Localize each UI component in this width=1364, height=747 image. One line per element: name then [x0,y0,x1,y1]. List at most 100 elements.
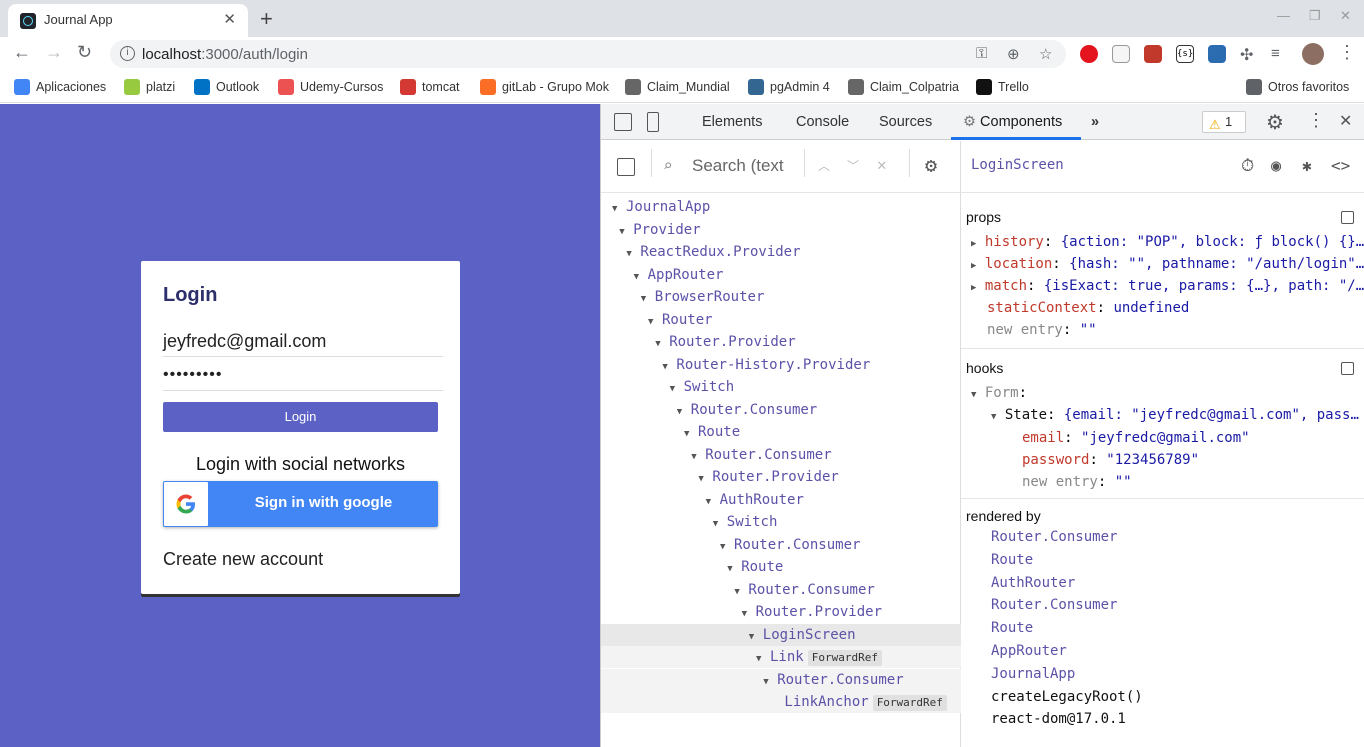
rendered-by-link[interactable]: AuthRouter [991,572,1075,594]
hook-password[interactable]: password: "123456789" [1022,449,1199,471]
tree-node[interactable]: ▼ Router.Provider [601,601,961,623]
tree-node[interactable]: ▼ Link ForwardRef [601,646,961,668]
collapse-arrow-icon[interactable]: ▼ [763,671,773,693]
rendered-by-link[interactable]: JournalApp [991,663,1075,685]
browser-tab[interactable]: Journal App ✕ [8,4,248,37]
tree-node[interactable]: ▼ Router.Consumer [601,534,961,556]
more-tabs-icon[interactable]: » [1091,114,1099,130]
maximize-icon[interactable]: ❐ [1309,8,1321,24]
grid-extension-icon[interactable] [1208,45,1226,63]
collapse-arrow-icon[interactable]: ▼ [677,401,687,423]
collapse-arrow-icon[interactable]: ▼ [706,491,716,513]
tree-node[interactable]: ▼ ReactRedux.Provider [601,241,961,263]
tree-node[interactable]: ▼ Router.Consumer [601,668,961,693]
collapse-arrow-icon[interactable]: ▼ [641,288,651,310]
prop-history[interactable]: ▶ history: {action: "POP", block: ƒ bloc… [971,231,1364,255]
collapse-arrow-icon[interactable]: ▼ [756,648,766,670]
collapse-arrow-icon[interactable]: ▼ [742,603,752,625]
site-info-icon[interactable]: i [120,46,135,61]
rendered-by-link[interactable]: AppRouter [991,640,1067,662]
rendered-by-link[interactable]: Router.Consumer [991,594,1117,616]
puzzle-icon[interactable]: ✣ [1240,45,1258,64]
tab-close-icon[interactable]: ✕ [223,10,236,28]
bookmark-pgadmin[interactable]: pgAdmin 4 [748,79,830,95]
clear-search-icon[interactable]: ✕ [877,155,887,174]
opera-extension-icon[interactable] [1080,45,1098,63]
tree-node[interactable]: ▼ Route [601,421,961,443]
collapse-arrow-icon[interactable]: ▼ [727,558,737,580]
copy-props-icon[interactable] [1341,211,1354,224]
bookmark-claim-mundial[interactable]: Claim_Mundial [625,79,730,95]
url-text[interactable]: localhost:3000/auth/login [142,46,308,63]
reload-icon[interactable]: ↻ [77,42,92,63]
tab-components[interactable]: ⚙ Components [963,114,1062,130]
collapse-arrow-icon[interactable]: ▼ [720,536,730,558]
stopwatch-icon[interactable]: ⏱ [1241,156,1254,176]
tree-node[interactable]: ▼ Provider [601,219,961,241]
rendered-by-link[interactable]: Route [991,549,1033,571]
zoom-icon[interactable]: ⊕ [1007,45,1020,63]
warning-badge[interactable]: ⚠ 1 [1202,111,1246,133]
collapse-arrow-icon[interactable]: ▼ [612,198,622,220]
rendered-by-link[interactable]: Route [991,617,1033,639]
chevron-down-icon[interactable]: ﹀ [847,157,859,174]
devtools-menu-icon[interactable]: ⋮ [1307,110,1325,131]
rendered-by-link[interactable]: Router.Consumer [991,526,1117,548]
tab-console[interactable]: Console [796,114,849,130]
collapse-arrow-icon[interactable]: ▼ [670,378,680,400]
select-component-icon[interactable] [617,158,635,176]
tree-node[interactable]: ▼ Router.Consumer [601,579,961,601]
tab-sources[interactable]: Sources [879,114,932,130]
settings-gear-icon[interactable]: ⚙ [1266,110,1284,135]
tree-node[interactable]: ▼ Switch [601,511,961,533]
minimize-icon[interactable]: — [1277,8,1290,23]
bookmark-gitlab[interactable]: gitLab - Grupo Mok [480,79,609,95]
tab-elements[interactable]: Elements [702,114,762,130]
tree-node[interactable]: ▼ Switch [601,376,961,398]
collapse-arrow-icon[interactable]: ▼ [691,446,701,468]
props-new-entry[interactable]: new entry: "" [987,319,1097,341]
copy-hooks-icon[interactable] [1341,362,1354,375]
tree-node[interactable]: ▼ Router.Consumer [601,399,961,421]
bug-extension-icon[interactable] [1112,45,1130,63]
tree-node[interactable]: ▼ Route [601,556,961,578]
bookmark-platzi[interactable]: platzi [124,79,175,95]
hook-form[interactable]: ▼ Form: [971,382,1027,406]
login-button[interactable]: Login [163,402,438,432]
hook-state[interactable]: ▼ State: {email: "jeyfredc@gmail.com", p… [991,404,1359,428]
bookmark-claim-colpatria[interactable]: Claim_Colpatria [848,79,959,95]
tree-node[interactable]: ▼ Router-History.Provider [601,354,961,376]
bug-icon[interactable]: ✱ [1302,156,1312,175]
window-close-icon[interactable]: ✕ [1340,8,1351,24]
address-bar[interactable]: i localhost:3000/auth/login ⚿ ⊕ ☆ [110,40,1066,68]
bookmark-aplicaciones[interactable]: Aplicaciones [14,79,106,95]
profile-avatar[interactable] [1302,43,1324,65]
bookmark-outlook[interactable]: Outlook [194,79,259,95]
tree-node[interactable]: ▼ Router.Consumer [601,444,961,466]
component-search-input[interactable]: Search (text [692,156,784,176]
tree-node[interactable]: ▼ Router [601,309,961,331]
devtools-close-icon[interactable]: ✕ [1339,111,1352,131]
bookmark-star-icon[interactable]: ☆ [1039,45,1052,63]
tree-node[interactable]: ▼ AuthRouter [601,489,961,511]
bookmark-trello[interactable]: Trello [976,79,1029,95]
collapse-arrow-icon[interactable]: ▼ [626,243,636,265]
json-extension-icon[interactable]: {s} [1176,45,1194,63]
tree-node[interactable]: ▼ JournalApp [601,196,961,218]
device-toolbar-icon[interactable] [647,112,659,132]
prop-location[interactable]: ▶ location: {hash: "", pathname: "/auth/… [971,253,1364,277]
collapse-arrow-icon[interactable]: ▼ [634,266,644,288]
tree-node[interactable]: LinkAnchor ForwardRef [601,691,961,713]
hook-email[interactable]: email: "jeyfredc@gmail.com" [1022,427,1250,449]
view-source-icon[interactable]: <> [1331,156,1350,175]
inspect-element-icon[interactable] [614,113,632,131]
collapse-arrow-icon[interactable]: ▼ [713,513,723,535]
password-field[interactable]: ••••••••• [163,366,443,391]
menu-icon[interactable]: ⋮ [1338,42,1356,63]
tree-node[interactable]: ▼ Router.Provider [601,466,961,488]
collapse-arrow-icon[interactable]: ▼ [698,468,708,490]
red-extension-icon[interactable] [1144,45,1162,63]
collapse-arrow-icon[interactable]: ▼ [734,581,744,603]
collapse-arrow-icon[interactable]: ▼ [655,333,665,355]
bookmark-other-folder[interactable]: Otros favoritos [1246,79,1349,95]
